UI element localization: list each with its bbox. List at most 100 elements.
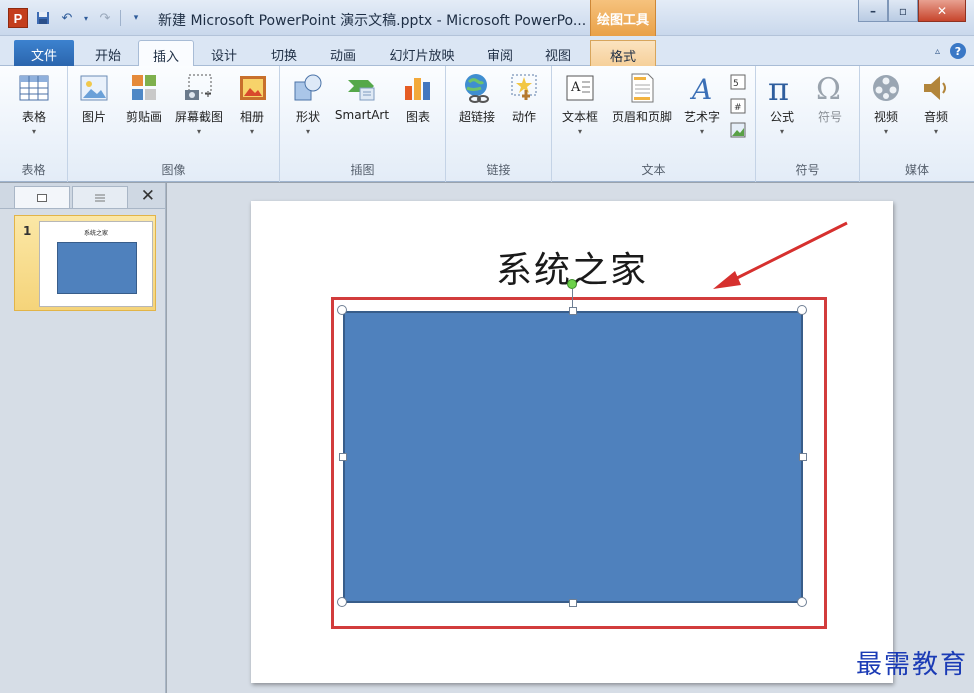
slides-tab[interactable] bbox=[14, 186, 70, 208]
maximize-button[interactable]: ▫ bbox=[888, 0, 918, 22]
shapes-button[interactable]: 形状 ▾ bbox=[288, 72, 328, 136]
save-icon[interactable] bbox=[34, 9, 52, 27]
tab-insert[interactable]: 插入 bbox=[138, 40, 194, 66]
outline-tab-icon bbox=[95, 194, 105, 201]
symbol-button[interactable]: Ω 符号 bbox=[810, 72, 850, 125]
tab-home[interactable]: 开始 bbox=[82, 40, 134, 66]
hyperlink-icon bbox=[465, 74, 489, 103]
tab-transitions[interactable]: 切换 bbox=[256, 40, 312, 66]
smartart-button[interactable]: SmartArt bbox=[332, 72, 392, 122]
header-footer-icon bbox=[631, 73, 654, 103]
table-icon bbox=[19, 75, 49, 101]
screenshot-dropdown-icon: ▾ bbox=[196, 127, 201, 136]
ribbon-insert: 表格 ▾ 表格 图片 剪贴画 屏幕截图 ▾ 相册 ▾ 图像 形状 ▾ Smart… bbox=[0, 66, 974, 182]
picture-icon bbox=[80, 75, 108, 101]
minimize-button[interactable]: – bbox=[858, 0, 888, 22]
chart-icon bbox=[405, 78, 430, 100]
tab-view[interactable]: 视图 bbox=[532, 40, 584, 66]
slide-editing-area: 系统之家 bbox=[167, 183, 974, 693]
clipart-button[interactable]: 剪贴画 bbox=[120, 72, 168, 125]
tab-slideshow[interactable]: 幻灯片放映 bbox=[376, 40, 468, 66]
photo-album-button[interactable]: 相册 ▾ bbox=[232, 72, 272, 136]
table-dropdown-icon: ▾ bbox=[31, 127, 36, 136]
slide-thumbnail-rectangle bbox=[57, 242, 137, 294]
ribbon-group-text: A 文本框 ▾ 页眉和页脚 A 艺术字 ▾ 5 # 文本 bbox=[552, 66, 756, 182]
quick-access-toolbar: P ↶ ▾ ↷ ▾ bbox=[8, 8, 145, 28]
hyperlink-button[interactable]: 超链接 bbox=[452, 72, 502, 125]
clipart-icon bbox=[132, 75, 156, 100]
customize-quick-access-icon[interactable]: ▾ bbox=[127, 9, 145, 27]
textbox-button[interactable]: A 文本框 ▾ bbox=[556, 72, 604, 136]
smartart-icon bbox=[348, 80, 375, 101]
slide-canvas[interactable]: 系统之家 bbox=[251, 201, 893, 683]
tab-review[interactable]: 审阅 bbox=[474, 40, 526, 66]
help-icon[interactable]: ? bbox=[950, 43, 966, 59]
video-icon bbox=[873, 75, 899, 101]
redo-icon[interactable]: ↷ bbox=[96, 9, 114, 27]
object-icon[interactable] bbox=[730, 122, 746, 138]
audio-icon bbox=[924, 76, 946, 100]
action-button[interactable]: 动作 bbox=[504, 72, 544, 125]
powerpoint-app-icon[interactable]: P bbox=[8, 8, 28, 28]
tab-file[interactable]: 文件 bbox=[14, 40, 74, 66]
slide-thumbnail-preview: 系统之家 bbox=[39, 221, 153, 307]
minimize-ribbon-icon[interactable]: ▵ bbox=[935, 46, 940, 57]
table-button[interactable]: 表格 ▾ bbox=[14, 72, 54, 136]
ribbon-group-symbols: π 公式 ▾ Ω 符号 符号 bbox=[756, 66, 860, 182]
wordart-icon: A bbox=[689, 73, 712, 104]
slide-thumbnail-title: 系统之家 bbox=[83, 230, 108, 237]
screenshot-button[interactable]: 屏幕截图 ▾ bbox=[170, 72, 228, 136]
svg-text:Ω: Ω bbox=[816, 72, 841, 104]
action-icon bbox=[511, 74, 537, 100]
drawing-tools-context-label: 绘图工具 bbox=[590, 0, 656, 36]
svg-text:5: 5 bbox=[733, 79, 739, 89]
ribbon-group-illustrations: 形状 ▾ SmartArt 图表 插图 bbox=[280, 66, 446, 182]
tab-format[interactable]: 格式 bbox=[590, 40, 656, 66]
svg-text:A: A bbox=[570, 80, 581, 95]
group-label-tables: 表格 bbox=[21, 163, 46, 177]
audio-dropdown-icon: ▾ bbox=[933, 127, 938, 136]
help-area: ▵ ? bbox=[935, 43, 966, 59]
group-label-images: 图像 bbox=[161, 163, 186, 177]
date-time-icon[interactable]: 5 bbox=[730, 74, 746, 90]
equation-button[interactable]: π 公式 ▾ bbox=[762, 72, 802, 136]
chart-button[interactable]: 图表 bbox=[398, 72, 438, 125]
audio-button[interactable]: 音频 ▾ bbox=[916, 72, 956, 136]
undo-dropdown-icon[interactable]: ▾ bbox=[82, 9, 90, 27]
photo-album-dropdown-icon: ▾ bbox=[249, 127, 254, 136]
close-button[interactable]: ✕ bbox=[918, 0, 966, 22]
symbol-icon: Ω bbox=[816, 72, 841, 104]
header-footer-button[interactable]: 页眉和页脚 bbox=[606, 72, 678, 125]
shapes-dropdown-icon: ▾ bbox=[305, 127, 310, 136]
video-dropdown-icon: ▾ bbox=[883, 127, 888, 136]
slide-number-icon[interactable]: # bbox=[730, 98, 746, 114]
group-label-text: 文本 bbox=[641, 163, 666, 177]
wordart-button[interactable]: A 艺术字 ▾ bbox=[680, 72, 724, 136]
pane-tabs: ✕ bbox=[0, 183, 165, 209]
group-label-links: 链接 bbox=[486, 163, 511, 177]
slide-thumbnail-pane: ✕ 1 系统之家 bbox=[0, 183, 166, 693]
picture-button[interactable]: 图片 bbox=[74, 72, 114, 125]
textbox-dropdown-icon: ▾ bbox=[577, 127, 582, 136]
video-button[interactable]: 视频 ▾ bbox=[866, 72, 906, 136]
slides-tab-icon bbox=[37, 193, 47, 202]
group-label-symbols: 符号 bbox=[795, 163, 820, 177]
close-pane-icon[interactable]: ✕ bbox=[141, 186, 155, 206]
photo-album-icon bbox=[240, 76, 266, 100]
title-bar: P ↶ ▾ ↷ ▾ 新建 Microsoft PowerPoint 演示文稿.p… bbox=[0, 0, 974, 36]
window-title: 新建 Microsoft PowerPoint 演示文稿.pptx - Micr… bbox=[158, 13, 587, 29]
undo-icon[interactable]: ↶ bbox=[58, 9, 76, 27]
ribbon-group-tables: 表格 ▾ 表格 bbox=[0, 66, 68, 182]
ribbon-tab-bar: 文件 开始 插入 设计 切换 动画 幻灯片放映 审阅 视图 格式 ▵ ? bbox=[0, 36, 974, 66]
quick-access-separator bbox=[120, 10, 121, 26]
slide-thumbnail-number: 1 bbox=[23, 224, 32, 238]
svg-text:A: A bbox=[689, 73, 712, 104]
outline-tab[interactable] bbox=[72, 186, 128, 208]
equation-icon: π bbox=[768, 72, 789, 104]
tab-animations[interactable]: 动画 bbox=[316, 40, 370, 66]
wordart-dropdown-icon: ▾ bbox=[699, 127, 704, 136]
slide-thumbnail-1[interactable]: 1 系统之家 bbox=[14, 215, 156, 311]
svg-text:#: # bbox=[734, 103, 742, 113]
group-label-illustrations: 插图 bbox=[350, 163, 375, 177]
tab-design[interactable]: 设计 bbox=[198, 40, 250, 66]
